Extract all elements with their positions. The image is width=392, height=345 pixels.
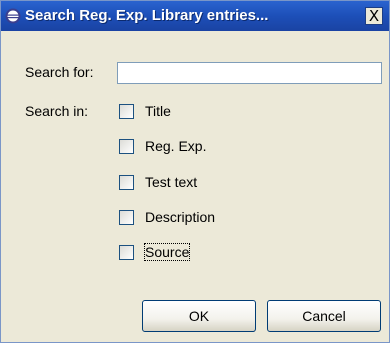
source-checkbox-label: Source <box>143 243 191 261</box>
ok-button[interactable]: OK <box>142 300 256 332</box>
test-text-checkbox-label: Test text <box>145 174 198 190</box>
title-checkbox-label: Title <box>145 103 171 119</box>
cancel-button[interactable]: Cancel <box>267 300 381 332</box>
eclipse-icon <box>5 8 21 24</box>
description-checkbox-label: Description <box>145 209 216 225</box>
title-checkbox[interactable] <box>119 104 134 119</box>
close-icon: X <box>368 7 380 25</box>
title-bar[interactable]: Search Reg. Exp. Library entries... X <box>1 1 389 31</box>
search-in-label: Search in: <box>25 103 89 119</box>
description-checkbox[interactable] <box>119 210 134 225</box>
test-text-checkbox[interactable] <box>119 175 134 190</box>
close-button[interactable]: X <box>365 7 383 25</box>
search-dialog: Search Reg. Exp. Library entries... X Se… <box>0 0 390 343</box>
search-input[interactable] <box>117 62 382 84</box>
dialog-title: Search Reg. Exp. Library entries... <box>25 7 269 24</box>
reg-exp-checkbox-label: Reg. Exp. <box>145 138 207 154</box>
search-for-label: Search for: <box>25 64 94 80</box>
source-checkbox[interactable] <box>119 245 134 260</box>
reg-exp-checkbox[interactable] <box>119 139 134 154</box>
